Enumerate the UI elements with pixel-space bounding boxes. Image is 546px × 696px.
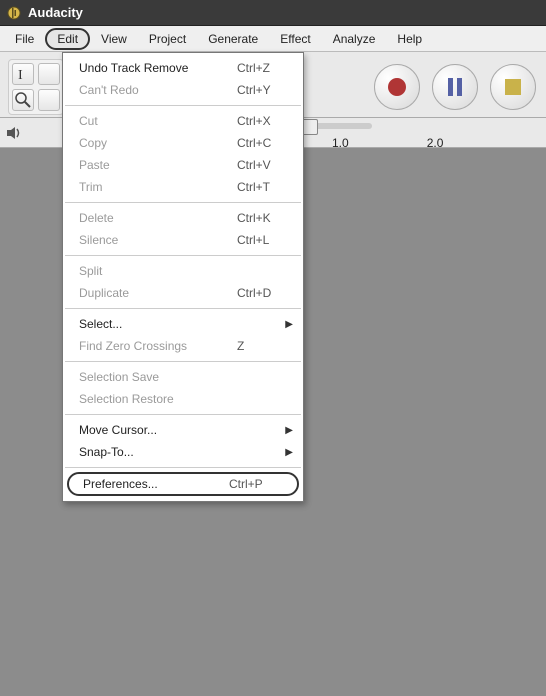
shortcut-text: Ctrl+D xyxy=(237,286,293,300)
selection-tool[interactable]: I xyxy=(12,63,34,85)
shortcut-text: Ctrl+X xyxy=(237,114,293,128)
envelope-tool[interactable] xyxy=(38,63,60,85)
menu-redo[interactable]: Can't Redo Ctrl+Y xyxy=(63,79,303,101)
submenu-arrow-icon: ▶ xyxy=(285,425,293,436)
menu-delete[interactable]: Delete Ctrl+K xyxy=(63,207,303,229)
submenu-arrow-icon: ▶ xyxy=(285,447,293,458)
draw-tool[interactable] xyxy=(38,89,60,111)
shortcut-text: Ctrl+T xyxy=(237,180,293,194)
menu-selection-save[interactable]: Selection Save xyxy=(63,366,303,388)
shortcut-text: Ctrl+L xyxy=(237,233,293,247)
app-icon xyxy=(6,5,22,21)
submenu-arrow-icon: ▶ xyxy=(285,319,293,330)
pause-icon xyxy=(448,78,462,96)
menu-separator xyxy=(65,414,301,415)
shortcut-text: Ctrl+C xyxy=(237,136,293,150)
timeline-ruler[interactable]: 1.0 2.0 xyxy=(332,136,443,150)
record-button[interactable] xyxy=(374,64,420,110)
menu-silence[interactable]: Silence Ctrl+L xyxy=(63,229,303,251)
svg-text:I: I xyxy=(18,68,23,83)
tool-palette: I xyxy=(8,59,64,115)
zoom-tool[interactable] xyxy=(12,89,34,111)
shortcut-text: Ctrl+K xyxy=(237,211,293,225)
menu-separator xyxy=(65,255,301,256)
menu-undo[interactable]: Undo Track Remove Ctrl+Z xyxy=(63,57,303,79)
menu-cut[interactable]: Cut Ctrl+X xyxy=(63,110,303,132)
shortcut-text: Ctrl+V xyxy=(237,158,293,172)
menu-paste[interactable]: Paste Ctrl+V xyxy=(63,154,303,176)
speaker-icon xyxy=(6,126,24,140)
menu-preferences[interactable]: Preferences... Ctrl+P xyxy=(67,472,299,496)
pause-button[interactable] xyxy=(432,64,478,110)
menu-analyze[interactable]: Analyze xyxy=(322,28,387,50)
menu-split[interactable]: Split xyxy=(63,260,303,282)
edit-menu-dropdown: Undo Track Remove Ctrl+Z Can't Redo Ctrl… xyxy=(62,52,304,502)
menu-project[interactable]: Project xyxy=(138,28,197,50)
menu-trim[interactable]: Trim Ctrl+T xyxy=(63,176,303,198)
menu-separator xyxy=(65,202,301,203)
menu-edit[interactable]: Edit xyxy=(45,28,90,50)
menu-separator xyxy=(65,467,301,468)
menu-separator xyxy=(65,105,301,106)
stop-button[interactable] xyxy=(490,64,536,110)
shortcut-text: Z xyxy=(237,339,293,353)
stop-icon xyxy=(505,79,521,95)
menu-move-cursor[interactable]: Move Cursor... ▶ xyxy=(63,419,303,441)
menu-help[interactable]: Help xyxy=(386,28,433,50)
shortcut-text: Ctrl+Y xyxy=(237,83,293,97)
window-title: Audacity xyxy=(28,5,83,20)
menu-bar: File Edit View Project Generate Effect A… xyxy=(0,26,546,52)
menu-generate[interactable]: Generate xyxy=(197,28,269,50)
transport-controls xyxy=(374,64,538,110)
record-icon xyxy=(388,78,406,96)
title-bar: Audacity xyxy=(0,0,546,26)
menu-effect[interactable]: Effect xyxy=(269,28,321,50)
menu-copy[interactable]: Copy Ctrl+C xyxy=(63,132,303,154)
menu-select[interactable]: Select... ▶ xyxy=(63,313,303,335)
menu-duplicate[interactable]: Duplicate Ctrl+D xyxy=(63,282,303,304)
menu-find-zero[interactable]: Find Zero Crossings Z xyxy=(63,335,303,357)
menu-snap-to[interactable]: Snap-To... ▶ xyxy=(63,441,303,463)
menu-separator xyxy=(65,308,301,309)
menu-selection-restore[interactable]: Selection Restore xyxy=(63,388,303,410)
menu-file[interactable]: File xyxy=(4,28,45,50)
menu-view[interactable]: View xyxy=(90,28,138,50)
ruler-tick: 2.0 xyxy=(427,136,444,150)
menu-separator xyxy=(65,361,301,362)
ruler-tick: 1.0 xyxy=(332,136,349,150)
shortcut-text: Ctrl+Z xyxy=(237,61,293,75)
shortcut-text: Ctrl+P xyxy=(229,477,285,491)
